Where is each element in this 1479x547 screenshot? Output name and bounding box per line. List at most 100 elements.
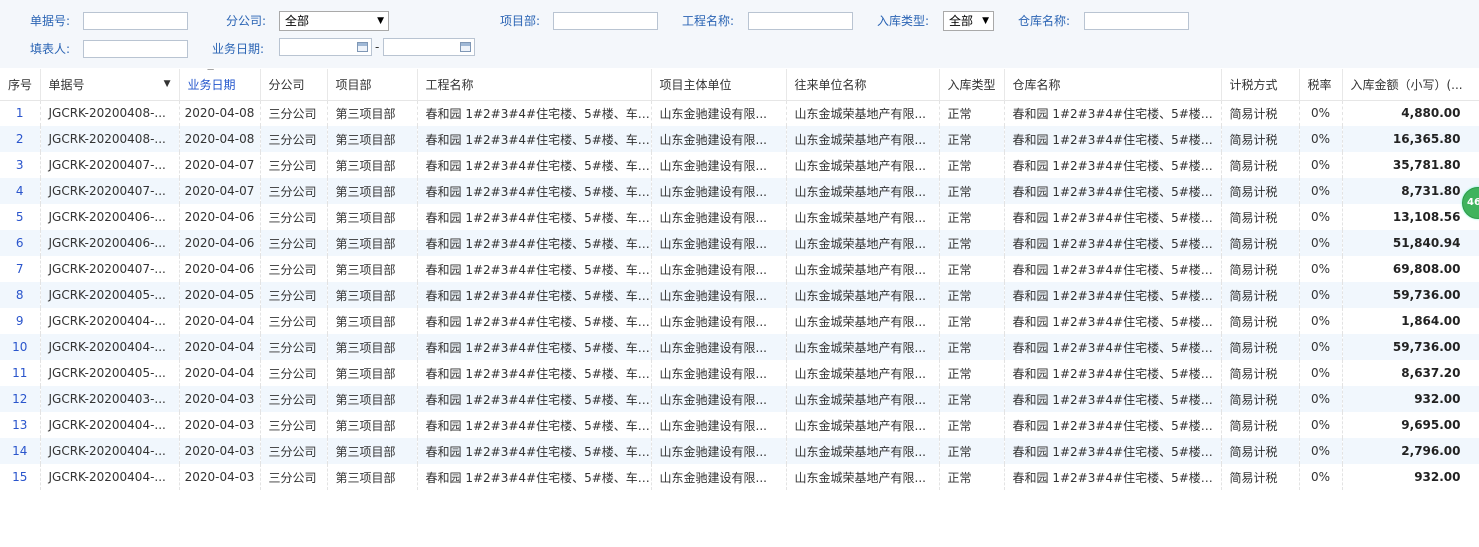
cell-warehouse: 春和园 1#2#3#4#住宅楼、5#楼、... <box>1004 204 1222 230</box>
cell-doc-no: JGCRK-20200405-... <box>40 360 180 386</box>
cell-owner-unit: 山东金驰建设有限... <box>651 256 787 282</box>
doc-no-input[interactable] <box>83 12 188 30</box>
header-branch[interactable]: 分公司 <box>260 69 328 101</box>
cell-warehouse: 春和园 1#2#3#4#住宅楼、5#楼、... <box>1004 126 1222 152</box>
cell-project-name: 春和园 1#2#3#4#住宅楼、5#楼、车库... <box>417 282 652 308</box>
cell-partner-unit: 山东金城荣基地产有限... <box>786 438 940 464</box>
cell-doc-no: JGCRK-20200404-... <box>40 464 180 490</box>
cell-owner-unit: 山东金驰建设有限... <box>651 386 787 412</box>
inbound-type-select-value: 全部 <box>949 14 974 28</box>
cell-seq[interactable]: 5 <box>0 204 41 230</box>
header-warehouse[interactable]: 仓库名称 <box>1004 69 1222 101</box>
cell-seq[interactable]: 9 <box>0 308 41 334</box>
header-project-dept[interactable]: 项目部 <box>327 69 418 101</box>
header-amount[interactable]: 入库金额（小写）(... <box>1342 69 1479 101</box>
cell-seq[interactable]: 4 <box>0 178 41 204</box>
header-tax-rate[interactable]: 税率 <box>1299 69 1343 101</box>
table-row[interactable]: 13 JGCRK-20200404-... 2020-04-03 三分公司 第三项目部春… <box>0 412 1479 438</box>
cell-amount: 59,736.00 <box>1342 282 1479 308</box>
cell-seq[interactable]: 7 <box>0 256 41 282</box>
table-row[interactable]: 8 JGCRK-20200405-... 2020-04-05 三分公司 第三项目部 春和… <box>0 282 1479 308</box>
cell-tax-method: 简易计税 <box>1221 412 1300 438</box>
cell-warehouse: 春和园 1#2#3#4#住宅楼、5#楼、... <box>1004 178 1222 204</box>
cell-seq[interactable]: 13 <box>0 412 41 438</box>
table-row[interactable]: 7 JGCRK-20200407-... 2020-04-06 三分公司 第三项目部 春和… <box>0 256 1479 282</box>
cell-partner-unit: 山东金城荣基地产有限... <box>786 386 940 412</box>
table-row[interactable]: 9 JGCRK-20200404-... 2020-04-04 三分公司 第三项目部 春和… <box>0 308 1479 334</box>
cell-inbound-type: 正常 <box>939 438 1005 464</box>
header-partner-unit[interactable]: 往来单位名称 <box>786 69 940 101</box>
warehouse-input[interactable] <box>1084 12 1189 30</box>
filler-input[interactable] <box>83 40 188 58</box>
inbound-type-select[interactable]: 全部 ▼ <box>943 11 994 31</box>
project-name-label: 工程名称: <box>682 14 735 28</box>
table-row[interactable]: 4 JGCRK-20200407-... 2020-04-07 三分公司 第三项目部 春和… <box>0 178 1479 204</box>
cell-project-dept: 第三项目部 <box>327 230 418 256</box>
cell-seq[interactable]: 11 <box>0 360 41 386</box>
cell-warehouse: 春和园 1#2#3#4#住宅楼、5#楼、... <box>1004 282 1222 308</box>
cell-seq[interactable]: 3 <box>0 152 41 178</box>
header-project-name[interactable]: 工程名称 <box>417 69 652 101</box>
cell-partner-unit: 山东金城荣基地产有限... <box>786 178 940 204</box>
cell-owner-unit: 山东金驰建设有限... <box>651 438 787 464</box>
table-row[interactable]: 12 JGCRK-20200403-... 2020-04-03 三分公司 第三项目部春… <box>0 386 1479 412</box>
cell-inbound-type: 正常 <box>939 282 1005 308</box>
table-row[interactable]: 5 JGCRK-20200406-... 2020-04-06 三分公司 第三项目部 春和… <box>0 204 1479 230</box>
cell-partner-unit: 山东金城荣基地产有限... <box>786 100 940 126</box>
cell-partner-unit: 山东金城荣基地产有限... <box>786 230 940 256</box>
cell-warehouse: 春和园 1#2#3#4#住宅楼、5#楼、... <box>1004 230 1222 256</box>
header-owner-unit[interactable]: 项目主体单位 <box>651 69 787 101</box>
project-dept-input[interactable] <box>553 12 658 30</box>
cell-seq[interactable]: 15 <box>0 464 41 490</box>
cell-seq[interactable]: 2 <box>0 126 41 152</box>
date-to-input[interactable] <box>383 38 475 56</box>
table-row[interactable]: 1 JGCRK-20200408-... 2020-04-08 三分公司 第三项目部 春和… <box>0 100 1479 126</box>
cell-project-name: 春和园 1#2#3#4#住宅楼、5#楼、车库... <box>417 334 652 360</box>
cell-inbound-type: 正常 <box>939 230 1005 256</box>
column-menu-icon[interactable]: ▼ <box>164 79 171 89</box>
table-row[interactable]: 6 JGCRK-20200406-... 2020-04-06 三分公司 第三项目部 春和… <box>0 230 1479 256</box>
table-row[interactable]: 2 JGCRK-20200408-... 2020-04-08 三分公司 第三项目部 春和… <box>0 126 1479 152</box>
cell-seq[interactable]: 12 <box>0 386 41 412</box>
header-doc-no[interactable]: 单据号 ▼ <box>40 69 180 101</box>
cell-seq[interactable]: 14 <box>0 438 41 464</box>
project-name-input[interactable] <box>748 12 853 30</box>
cell-doc-no: JGCRK-20200406-... <box>40 230 180 256</box>
date-from-input[interactable] <box>279 38 372 56</box>
cell-project-dept: 第三项目部 <box>327 386 418 412</box>
table-row[interactable]: 11 JGCRK-20200405-... 2020-04-04 三分公司 第三项目部春… <box>0 360 1479 386</box>
cell-tax-rate: 0% <box>1299 126 1343 152</box>
business-date-label: 业务日期: <box>212 42 265 56</box>
cell-tax-method: 简易计税 <box>1221 100 1300 126</box>
cell-amount: 13,108.56 <box>1342 204 1479 230</box>
table-row[interactable]: 14 JGCRK-20200404-... 2020-04-03 三分公司 第三项目部春… <box>0 438 1479 464</box>
cell-seq[interactable]: 8 <box>0 282 41 308</box>
cell-seq[interactable]: 10 <box>0 334 41 360</box>
calendar-icon[interactable] <box>460 42 471 52</box>
cell-branch: 三分公司 <box>260 282 328 308</box>
header-tax-method[interactable]: 计税方式 <box>1221 69 1300 101</box>
cell-tax-rate: 0% <box>1299 230 1343 256</box>
cell-branch: 三分公司 <box>260 412 328 438</box>
table-row[interactable]: 10 JGCRK-20200404-... 2020-04-04 三分公司 第三项目部春… <box>0 334 1479 360</box>
cell-doc-no: JGCRK-20200406-... <box>40 204 180 230</box>
cell-tax-rate: 0% <box>1299 282 1343 308</box>
cell-seq[interactable]: 6 <box>0 230 41 256</box>
cell-tax-method: 简易计税 <box>1221 464 1300 490</box>
cell-amount: 9,695.00 <box>1342 412 1479 438</box>
cell-seq[interactable]: 1 <box>0 100 41 126</box>
cell-tax-rate: 0% <box>1299 178 1343 204</box>
cell-branch: 三分公司 <box>260 360 328 386</box>
calendar-icon[interactable] <box>357 42 368 52</box>
sort-indicator-icon: ▔ <box>207 69 214 78</box>
table-row[interactable]: 15 JGCRK-20200404-... 2020-04-03 三分公司 第三项目部春… <box>0 464 1479 490</box>
table-row[interactable]: 3 JGCRK-20200407-... 2020-04-07 三分公司 第三项目部 春和… <box>0 152 1479 178</box>
header-seq[interactable]: 序号 <box>0 69 41 101</box>
cell-partner-unit: 山东金城荣基地产有限... <box>786 308 940 334</box>
branch-select[interactable]: 全部 ▼ <box>279 11 389 31</box>
header-inbound-type[interactable]: 入库类型 <box>939 69 1005 101</box>
header-business-date[interactable]: ▔ 业务日期 <box>179 69 261 101</box>
table-body: 1 JGCRK-20200408-... 2020-04-08 三分公司 第三项目部 春和… <box>0 100 1479 490</box>
cell-doc-no: JGCRK-20200405-... <box>40 282 180 308</box>
cell-inbound-type: 正常 <box>939 178 1005 204</box>
